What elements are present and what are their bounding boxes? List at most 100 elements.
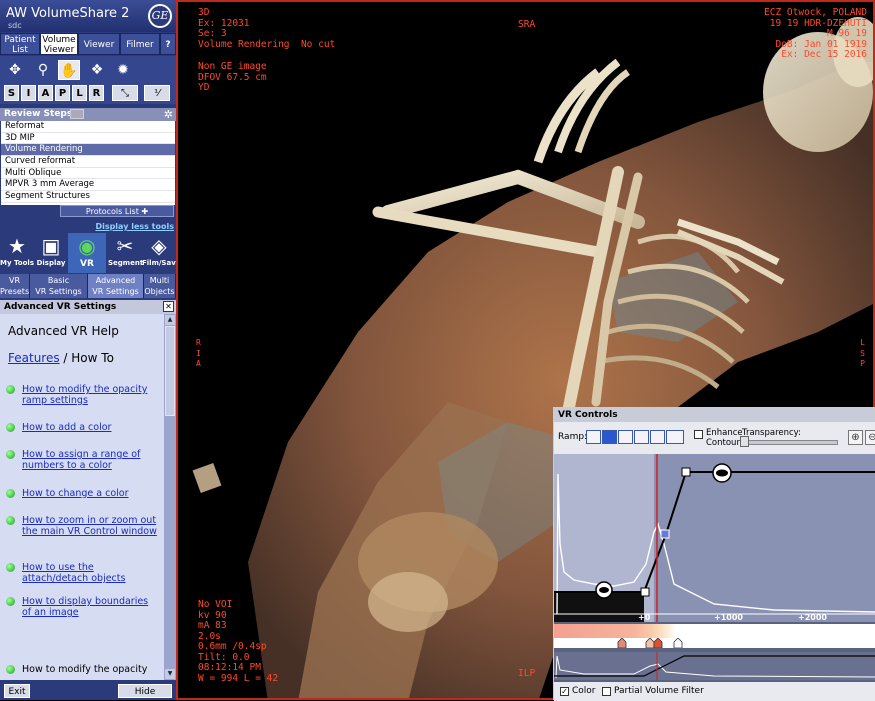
left-panel: AW VolumeShare 2 sdc GE Patient List Vol… [0, 0, 176, 700]
tab-vr-presets[interactable]: VR Presets [0, 274, 30, 298]
review-step-item[interactable]: Multi Oblique [1, 168, 175, 180]
app-titlebar: AW VolumeShare 2 sdc GE [0, 0, 176, 32]
tab-patient-list[interactable]: Patient List [0, 33, 40, 55]
review-step-item[interactable]: MPVR 3 mm Average [1, 179, 175, 192]
review-step-item[interactable]: Volume Rendering [1, 144, 175, 157]
review-steps-icon[interactable] [70, 109, 84, 119]
help-question-icon[interactable]: ? [160, 33, 176, 55]
review-steps-header: Review Steps ✲ [0, 108, 176, 121]
tab-filmer[interactable]: Filmer [120, 33, 160, 55]
bullet-icon [6, 385, 15, 394]
color-label: Color [572, 686, 596, 696]
help-link-item[interactable]: How to zoom in or zoom out the main VR C… [6, 515, 160, 537]
transparency-slider-thumb[interactable] [740, 436, 749, 447]
mini-histogram[interactable] [554, 652, 875, 680]
help-breadcrumb: Features / How To [8, 351, 114, 365]
review-steps-title: Review Steps [4, 109, 73, 119]
exit-button[interactable]: Exit [4, 684, 30, 698]
advanced-settings-header: Advanced VR Settings ✕ [0, 300, 176, 314]
my-tools-button[interactable]: ★ My Tools [0, 233, 34, 273]
scroll-thumb[interactable] [165, 326, 175, 416]
app-subtitle: sdc [8, 21, 22, 30]
review-step-item[interactable]: 3D MIP [1, 133, 175, 145]
transparency-slider[interactable] [742, 440, 838, 445]
vr-button[interactable]: ◉ VR [68, 233, 106, 273]
help-item-partial[interactable]: How to modify the opacity [6, 664, 160, 675]
opacity-histogram[interactable] [554, 454, 875, 622]
main-tabs: Patient List Volume Viewer Viewer Filmer… [0, 33, 176, 55]
orient-p-button[interactable]: P [55, 85, 70, 101]
review-step-item[interactable]: Reformat [1, 121, 175, 133]
help-link-item[interactable]: How to display boundaries of an image [6, 596, 160, 618]
tab-basic-vr-settings[interactable]: Basic VR Settings [30, 274, 88, 298]
percent-icon[interactable]: ⅟ [144, 85, 170, 101]
tick-label: +1000 [714, 613, 743, 622]
ramp-linear-icon[interactable] [602, 430, 617, 444]
ge-logo: GE [148, 4, 172, 28]
tool-toolbar: ✥ ⚲ ✋ ❖ ✹ [0, 56, 176, 84]
ramp-curve-icon[interactable] [618, 430, 633, 444]
review-step-item[interactable]: Segment Structures [1, 191, 175, 203]
help-link-item[interactable]: How to modify the opacity ramp settings [6, 384, 160, 406]
protocols-list-label: Protocols List [85, 207, 139, 216]
enhance-contours-checkbox[interactable] [694, 430, 703, 439]
tab-viewer[interactable]: Viewer [78, 33, 120, 55]
color-marker-strip[interactable] [554, 637, 875, 649]
ramp-label: Ramp: [558, 432, 588, 442]
orient-s-button[interactable]: S [4, 85, 19, 101]
bottom-bar: Exit Hide Panels [0, 682, 176, 700]
orient-a-button[interactable]: A [38, 85, 53, 101]
overlay-right-mid: L S P [860, 338, 865, 368]
cut-plane-icon[interactable]: ⤡ [112, 85, 138, 101]
zoom-out-icon[interactable]: ⊖ [865, 430, 875, 445]
partial-volume-filter-label: Partial Volume Filter [614, 686, 704, 696]
help-link-item[interactable]: How to use the attach/detach objects [6, 562, 160, 584]
partial-volume-filter-checkbox[interactable] [602, 687, 611, 696]
vr-controls-footer: ✓ Color Partial Volume Filter [554, 682, 875, 701]
overlay-top-left: 3D Ex: 12031 Se: 3 Volume Rendering No c… [198, 7, 336, 50]
brightness-icon[interactable]: ✹ [112, 60, 134, 80]
protocols-list-button[interactable]: Protocols List ✚ [60, 205, 174, 217]
help-link-item[interactable]: How to assign a range of numbers to a co… [6, 449, 160, 471]
hide-panels-button[interactable]: Hide Panels [118, 684, 172, 698]
ramp-valley-icon[interactable] [650, 430, 665, 444]
scroll-down-icon[interactable]: ▼ [165, 669, 175, 679]
help-link-item[interactable]: How to add a color [6, 422, 160, 433]
orient-l-button[interactable]: L [72, 85, 87, 101]
color-ramp-bar[interactable] [554, 624, 875, 638]
how-to-label: How To [71, 351, 114, 365]
overlay-left-mid: R I A [196, 338, 201, 368]
orient-i-button[interactable]: I [21, 85, 36, 101]
segment-button[interactable]: ✂ Segment [108, 233, 143, 273]
help-link-item[interactable]: How to change a color [6, 488, 160, 499]
scroll-up-icon[interactable]: ▲ [165, 315, 175, 325]
tick-label: +0 [638, 613, 651, 622]
display-less-tools-link[interactable]: Display less tools [95, 222, 174, 231]
features-link[interactable]: Features [8, 351, 60, 365]
film-save-button[interactable]: ◈ Film/Save [142, 233, 176, 273]
zoom-icon[interactable]: ⚲ [32, 60, 54, 80]
ramp-peak-icon[interactable] [634, 430, 649, 444]
close-icon[interactable]: ✕ [163, 301, 174, 312]
gear-icon[interactable]: ✲ [164, 108, 173, 121]
hand-pan-icon[interactable]: ✋ [58, 60, 80, 80]
display-button[interactable]: ▣ Display [34, 233, 68, 273]
zoom-in-icon[interactable]: ⊕ [848, 430, 863, 445]
tab-multi-objects[interactable]: Multi Objects [144, 274, 176, 298]
enhance-contours-label: Enhance Contours [706, 428, 745, 448]
review-step-item[interactable]: Curved reformat [1, 156, 175, 168]
rotate-cube-icon[interactable]: ❖ [86, 60, 108, 80]
help-scrollbar[interactable]: ▲ ▼ [164, 314, 176, 680]
move-icon[interactable]: ✥ [4, 60, 26, 80]
tick-label: +2000 [798, 613, 827, 622]
overlay-bottom-center: ILP [518, 668, 536, 679]
bullet-icon [6, 423, 15, 432]
color-checkbox[interactable]: ✓ [560, 687, 569, 696]
ramp-custom-icon[interactable] [666, 430, 684, 444]
tab-volume-viewer[interactable]: Volume Viewer [40, 33, 78, 55]
orient-r-button[interactable]: R [89, 85, 104, 101]
ramp-step-icon[interactable] [586, 430, 601, 444]
app-title: AW VolumeShare 2 [6, 6, 130, 21]
tab-advanced-vr-settings[interactable]: Advanced VR Settings [88, 274, 144, 298]
scissors-icon: ✂ [116, 234, 134, 258]
